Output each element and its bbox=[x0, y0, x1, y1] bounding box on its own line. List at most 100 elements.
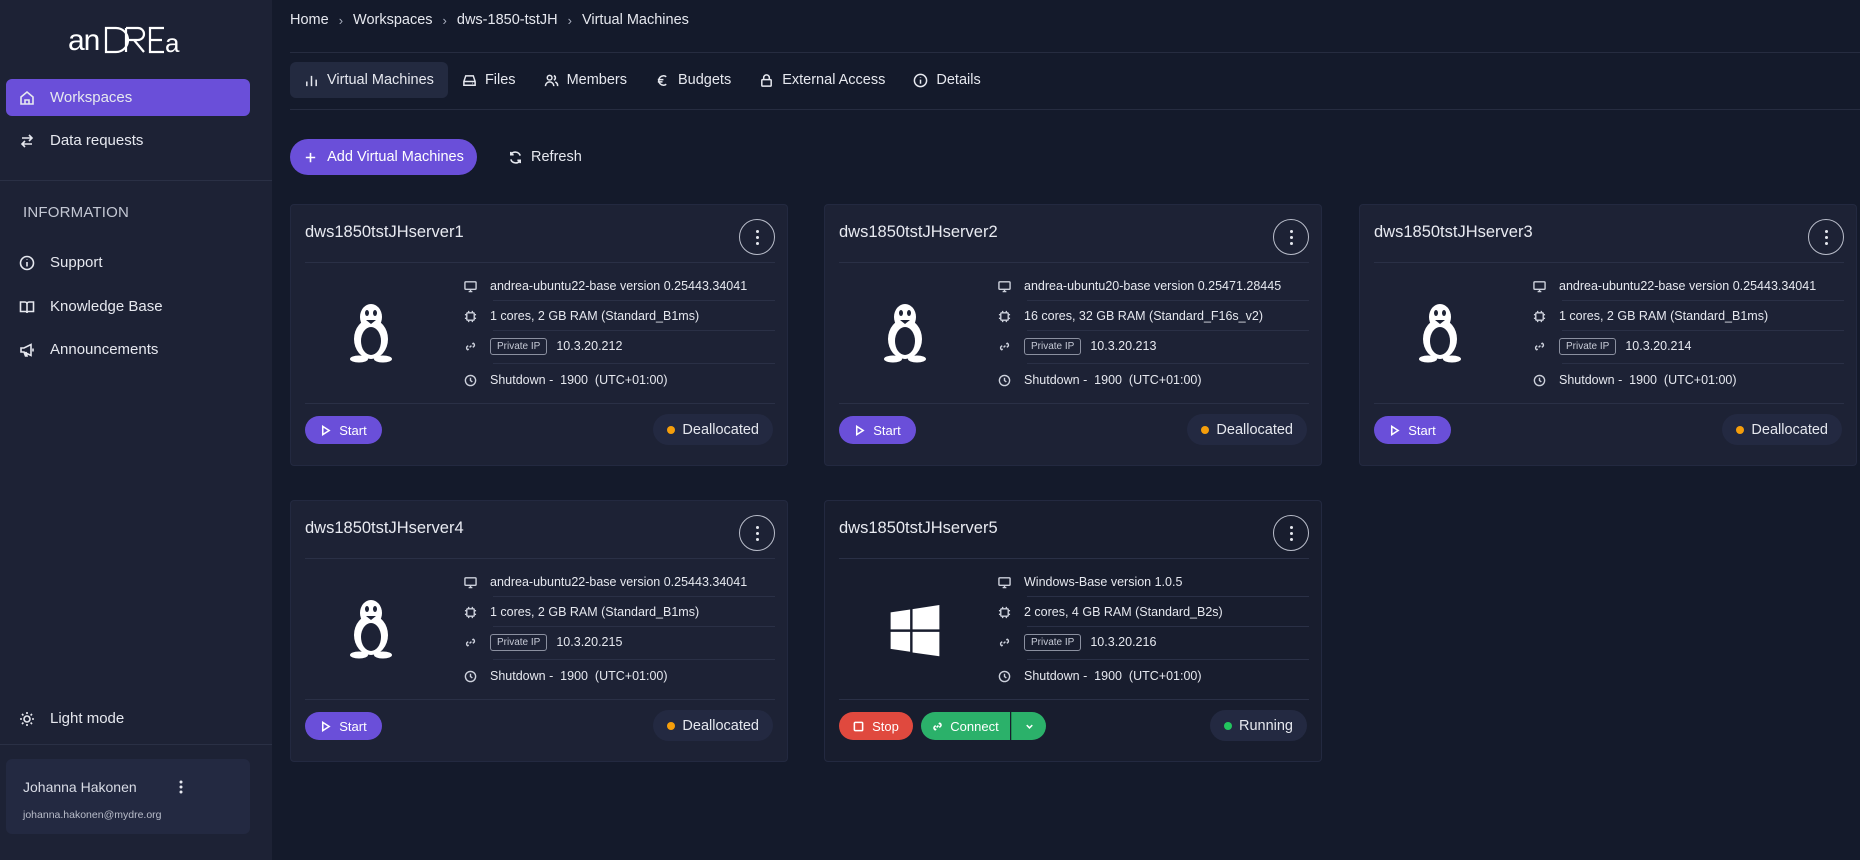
drive-icon bbox=[463, 74, 476, 86]
card-divider bbox=[1374, 403, 1844, 404]
svg-text:an: an bbox=[68, 24, 99, 57]
status-dot bbox=[667, 721, 676, 730]
vm-menu-button[interactable] bbox=[1273, 219, 1309, 255]
chevron-right-icon: › bbox=[338, 12, 344, 28]
info-divider bbox=[493, 626, 775, 627]
light-mode-toggle[interactable]: Light mode bbox=[6, 700, 250, 737]
vm-image: andrea-ubuntu20-base version 0.25471.284… bbox=[1024, 279, 1282, 293]
tab-virtual-machines[interactable]: Virtual Machines bbox=[290, 62, 448, 98]
user-email: johanna.hakonen@mydre.org bbox=[23, 809, 162, 821]
vm-image: Windows-Base version 1.0.5 bbox=[1024, 575, 1183, 589]
andrea-logo[interactable]: an a bbox=[66, 18, 192, 62]
info-divider bbox=[1562, 363, 1844, 364]
monitor-icon bbox=[1532, 279, 1546, 293]
stop-button[interactable]: Stop bbox=[839, 712, 913, 740]
vm-card: dws1850tstJHserver2 andrea-ubuntu20-base … bbox=[824, 204, 1322, 466]
info-divider bbox=[1027, 330, 1309, 331]
vm-menu-button[interactable] bbox=[739, 219, 775, 255]
refresh-button[interactable]: Refresh bbox=[508, 139, 582, 175]
vm-shutdown: Shutdown - 1900 (UTC+01:00) bbox=[490, 373, 668, 387]
link-icon bbox=[997, 635, 1011, 649]
sun-icon bbox=[19, 711, 35, 727]
sidebar-item-announcements[interactable]: Announcements bbox=[6, 331, 250, 368]
vm-size: 16 cores, 32 GB RAM (Standard_F16s_v2) bbox=[1024, 309, 1264, 323]
start-button[interactable]: Start bbox=[305, 416, 382, 444]
vm-status: Deallocated bbox=[1216, 421, 1293, 438]
info-circle-icon bbox=[19, 255, 35, 271]
vm-menu-button[interactable] bbox=[1273, 515, 1309, 551]
cpu-icon bbox=[1532, 309, 1546, 323]
tab-external-access[interactable]: External Access bbox=[745, 62, 899, 98]
card-divider bbox=[305, 699, 775, 700]
refresh-icon bbox=[510, 150, 521, 164]
vm-image-row: andrea-ubuntu22-base version 0.25443.340… bbox=[1532, 273, 1844, 299]
sidebar-item-workspaces[interactable]: Workspaces bbox=[6, 79, 250, 116]
windows-logo-icon bbox=[890, 605, 940, 657]
vm-image: andrea-ubuntu22-base version 0.25443.340… bbox=[1559, 279, 1817, 293]
sidebar-item-knowledge-base[interactable]: Knowledge Base bbox=[6, 288, 250, 325]
kebab-icon bbox=[755, 524, 759, 542]
sidebar-item-label: Workspaces bbox=[50, 89, 133, 106]
vm-shutdown: Shutdown - 1900 (UTC+01:00) bbox=[1024, 669, 1202, 683]
vm-name: dws1850tstJHserver1 bbox=[305, 223, 464, 241]
vm-shutdown: Shutdown - 1900 (UTC+01:00) bbox=[1024, 373, 1202, 387]
vm-size: 1 cores, 2 GB RAM (Standard_B1ms) bbox=[1559, 309, 1769, 323]
bar-chart-icon bbox=[306, 75, 317, 86]
light-mode-label: Light mode bbox=[50, 710, 125, 727]
card-divider bbox=[839, 699, 1309, 700]
tab-budgets[interactable]: Budgets bbox=[641, 62, 745, 98]
tab-files[interactable]: Files bbox=[448, 62, 530, 98]
vm-menu-button[interactable] bbox=[739, 515, 775, 551]
play-icon bbox=[322, 720, 331, 732]
sidebar-item-data-requests[interactable]: Data requests bbox=[6, 122, 250, 159]
plus-icon bbox=[305, 152, 316, 162]
vm-card: dws1850tstJHserver3 andrea-ubuntu22-base … bbox=[1359, 204, 1857, 466]
monitor-icon bbox=[997, 279, 1011, 293]
connect-button[interactable]: Connect bbox=[921, 712, 1010, 740]
vm-ip: 10.3.20.213 bbox=[1090, 339, 1157, 353]
linux-tux-icon bbox=[884, 304, 926, 363]
linux-tux-icon bbox=[350, 600, 392, 659]
vm-shutdown: Shutdown - 1900 (UTC+01:00) bbox=[1559, 373, 1737, 387]
vm-status-badge: Running bbox=[1209, 710, 1307, 741]
vm-status: Deallocated bbox=[682, 421, 759, 438]
card-divider bbox=[839, 403, 1309, 404]
vm-name: dws1850tstJHserver3 bbox=[1374, 223, 1533, 241]
breadcrumb-home[interactable]: Home bbox=[290, 12, 329, 28]
vm-menu-button[interactable] bbox=[1808, 219, 1844, 255]
breadcrumb-workspace[interactable]: dws-1850-tstJH bbox=[457, 12, 558, 28]
start-button[interactable]: Start bbox=[305, 712, 382, 740]
info-divider bbox=[1027, 659, 1309, 660]
info-divider bbox=[1027, 300, 1309, 301]
user-menu-icon[interactable] bbox=[171, 777, 191, 797]
tab-label: Virtual Machines bbox=[327, 72, 434, 88]
sidebar-item-label: Knowledge Base bbox=[50, 298, 163, 315]
card-divider bbox=[839, 558, 1309, 559]
private-ip-badge: Private IP bbox=[1024, 337, 1082, 355]
connect-label: Connect bbox=[950, 718, 999, 734]
svg-text:a: a bbox=[165, 28, 180, 58]
vm-size-row: 2 cores, 4 GB RAM (Standard_B2s) bbox=[997, 599, 1309, 625]
sidebar-item-support[interactable]: Support bbox=[6, 244, 250, 281]
info-divider bbox=[1562, 300, 1844, 301]
tab-details[interactable]: Details bbox=[899, 62, 994, 98]
info-divider bbox=[493, 659, 775, 660]
start-button[interactable]: Start bbox=[1374, 416, 1451, 444]
start-button[interactable]: Start bbox=[839, 416, 916, 444]
clock-icon bbox=[463, 669, 477, 683]
vm-image: andrea-ubuntu22-base version 0.25443.340… bbox=[490, 279, 748, 293]
link-icon bbox=[1532, 339, 1546, 353]
breadcrumb-workspaces[interactable]: Workspaces bbox=[353, 12, 433, 28]
vm-ip: 10.3.20.216 bbox=[1090, 635, 1157, 649]
info-divider bbox=[493, 363, 775, 364]
tab-label: Budgets bbox=[678, 72, 732, 88]
vm-size-row: 16 cores, 32 GB RAM (Standard_F16s_v2) bbox=[997, 303, 1309, 329]
tabs-divider bbox=[290, 109, 1860, 110]
vm-shutdown-row: Shutdown - 1900 (UTC+01:00) bbox=[463, 663, 775, 689]
add-virtual-machines-button[interactable]: Add Virtual Machines bbox=[290, 139, 477, 175]
tab-members[interactable]: Members bbox=[530, 62, 641, 98]
connect-options-button[interactable] bbox=[1011, 712, 1046, 740]
sidebar-divider bbox=[0, 180, 272, 181]
vm-status-badge: Deallocated bbox=[1722, 414, 1842, 445]
section-title-information: INFORMATION bbox=[23, 204, 130, 221]
